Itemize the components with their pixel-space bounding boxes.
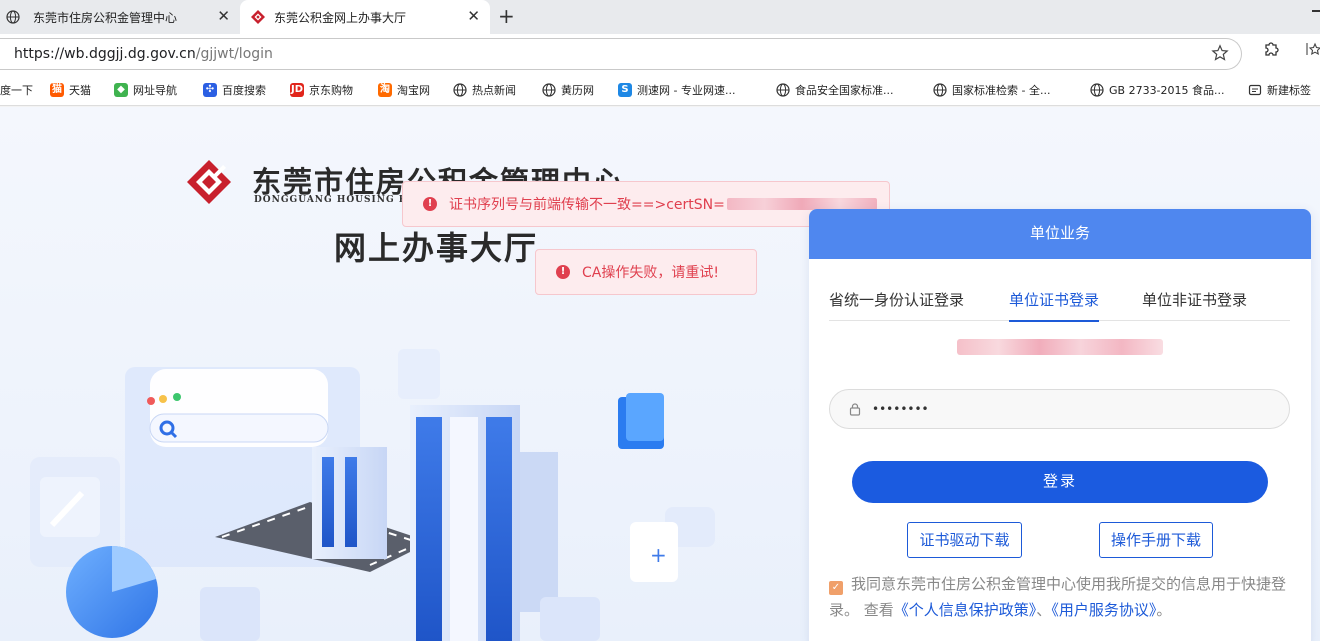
password-value: •••••••• xyxy=(872,402,929,416)
bookmark-calendar[interactable]: 黄历网 xyxy=(542,82,594,98)
agree-checkbox[interactable]: ✓ xyxy=(829,581,843,595)
tab-online-hall[interactable]: 东莞公积金网上办事大厅 ✕ xyxy=(240,0,490,34)
agreement: ✓ 我同意东莞市住房公积金管理中心使用我所提交的信息用于快捷登录。 查看《个人信息… xyxy=(829,571,1295,623)
agree-separator: 、 xyxy=(1036,601,1052,619)
bookmark-jd[interactable]: JD 京东购物 xyxy=(290,82,353,98)
bookmark-taobao[interactable]: 淘淘宝网 xyxy=(378,82,430,98)
favorite-star-icon[interactable] xyxy=(1211,44,1229,62)
login-tabs: 省统一身份认证登录 单位证书登录 单位非证书登录 xyxy=(829,281,1290,322)
tab-title: 东莞公积金网上办事大厅 xyxy=(274,10,407,25)
globe-icon xyxy=(6,10,20,24)
bookmark-label: 京东购物 xyxy=(309,84,353,97)
bookmark-label: 食品安全国家标准... xyxy=(795,84,894,97)
agree-period: 。 xyxy=(1156,601,1172,619)
bookmark-label: 热点新闻 xyxy=(472,84,516,97)
tab-strip: 东莞市住房公积金管理中心 ✕ 东莞公积金网上办事大厅 ✕ + xyxy=(0,0,1320,34)
bookmark-baidu[interactable]: 度一下 xyxy=(0,82,33,98)
error-icon: ! xyxy=(423,197,437,211)
bookmark-food-standard[interactable]: 食品安全国家标准... xyxy=(776,82,894,98)
error-icon: ! xyxy=(556,265,570,279)
error-toast-ca: ! CA操作失败，请重试! xyxy=(535,249,757,295)
bookmark-label: 国家标准检索 - 全... xyxy=(952,84,1051,97)
minimize-icon[interactable] xyxy=(1312,10,1320,12)
speedtest-icon: S xyxy=(618,83,632,97)
privacy-policy-link[interactable]: 《个人信息保护政策》 xyxy=(894,601,1037,619)
login-panel: 单位业务 省统一身份认证登录 单位证书登录 单位非证书登录 •••••••• 登… xyxy=(809,209,1311,641)
bookmark-nav[interactable]: ◆ 网址导航 xyxy=(114,82,177,98)
bookmark-new-tab[interactable]: 新建标签 xyxy=(1248,82,1311,98)
toast-message: CA操作失败，请重试! xyxy=(582,265,719,281)
bookmark-label: 新建标签 xyxy=(1267,84,1311,97)
bookmark-label: 天猫 xyxy=(69,84,91,97)
globe-icon xyxy=(453,83,467,97)
globe-icon xyxy=(542,83,556,97)
bookmark-label: 淘宝网 xyxy=(397,84,430,97)
bookmark-label: 测速网 - 专业网速... xyxy=(637,84,736,97)
password-field[interactable]: •••••••• xyxy=(829,389,1290,429)
tab-title: 东莞市住房公积金管理中心 xyxy=(33,10,178,25)
bookmark-label: GB 2733-2015 食品... xyxy=(1109,84,1225,97)
tab-unified-auth-login[interactable]: 省统一身份认证登录 xyxy=(829,289,964,320)
bookmark-label: 网址导航 xyxy=(133,84,177,97)
bookmark-news[interactable]: 热点新闻 xyxy=(453,82,516,98)
address-bar: https://wb.dggjj.dg.gov.cn/gjjwt/login xyxy=(0,34,1320,74)
globe-icon xyxy=(1090,83,1104,97)
toast-message: 证书序列号与前端传输不一致==>certSN= xyxy=(449,197,725,213)
lock-icon xyxy=(849,403,861,416)
hall-title: 网上办事大厅 xyxy=(334,229,539,267)
gjj-logo-icon xyxy=(187,160,231,204)
tmall-icon: 猫 xyxy=(50,83,64,97)
bookmark-tmall[interactable]: 猫天猫 xyxy=(50,82,91,98)
site-logo-icon xyxy=(251,10,265,24)
bookmark-gb2733[interactable]: GB 2733-2015 食品... xyxy=(1090,82,1225,98)
bookmarks-bar: 度一下 猫天猫 ◆ 网址导航 ✣ 百度搜索 JD 京东购物 淘淘宝网 热点新闻 黄历网… xyxy=(0,74,1320,106)
nav-icon: ◆ xyxy=(114,83,128,97)
tab-gjj-center[interactable]: 东莞市住房公积金管理中心 ✕ xyxy=(0,0,240,34)
panel-title: 单位业务 xyxy=(809,209,1311,259)
close-icon[interactable]: ✕ xyxy=(467,8,480,24)
favorites-icon[interactable] xyxy=(1306,41,1320,57)
redacted-cert-name xyxy=(957,339,1163,355)
bookmark-speedtest[interactable]: S 测速网 - 专业网速... xyxy=(618,82,735,98)
new-tab-button[interactable]: + xyxy=(498,4,515,28)
baidu-paw-icon: ✣ xyxy=(203,83,217,97)
tab-cert-login[interactable]: 单位证书登录 xyxy=(1009,289,1100,322)
taobao-icon: 淘 xyxy=(378,83,392,97)
svg-text:+: + xyxy=(650,543,667,567)
folder-icon xyxy=(1248,84,1262,96)
cert-driver-download-button[interactable]: 证书驱动下载 xyxy=(907,522,1022,558)
globe-icon xyxy=(933,83,947,97)
url-input[interactable]: https://wb.dggjj.dg.gov.cn/gjjwt/login xyxy=(0,38,1242,70)
login-button[interactable]: 登录 xyxy=(852,461,1268,503)
bookmark-label: 黄历网 xyxy=(561,84,594,97)
bookmark-national-standard[interactable]: 国家标准检索 - 全... xyxy=(933,82,1050,98)
close-icon[interactable]: ✕ xyxy=(217,8,230,24)
login-page: 东莞市住房公积金管理中心 DONGGUANG HOUSING PROVIDENT… xyxy=(0,107,1320,641)
bookmark-baidu-search[interactable]: ✣ 百度搜索 xyxy=(203,82,266,98)
url-host: https://wb.dggjj.dg.gov.cn xyxy=(14,46,196,62)
manual-download-button[interactable]: 操作手册下载 xyxy=(1099,522,1213,558)
tab-noncert-login[interactable]: 单位非证书登录 xyxy=(1142,289,1247,320)
bookmark-label: 百度搜索 xyxy=(222,84,266,97)
bookmark-label: 度一下 xyxy=(0,84,33,97)
user-service-agreement-link[interactable]: 《用户服务协议》 xyxy=(1051,601,1156,619)
city-illustration: + xyxy=(30,349,715,641)
jd-icon: JD xyxy=(290,83,304,97)
globe-icon xyxy=(776,83,790,97)
extensions-icon[interactable] xyxy=(1262,40,1280,58)
url-path: /gjjwt/login xyxy=(195,46,273,62)
